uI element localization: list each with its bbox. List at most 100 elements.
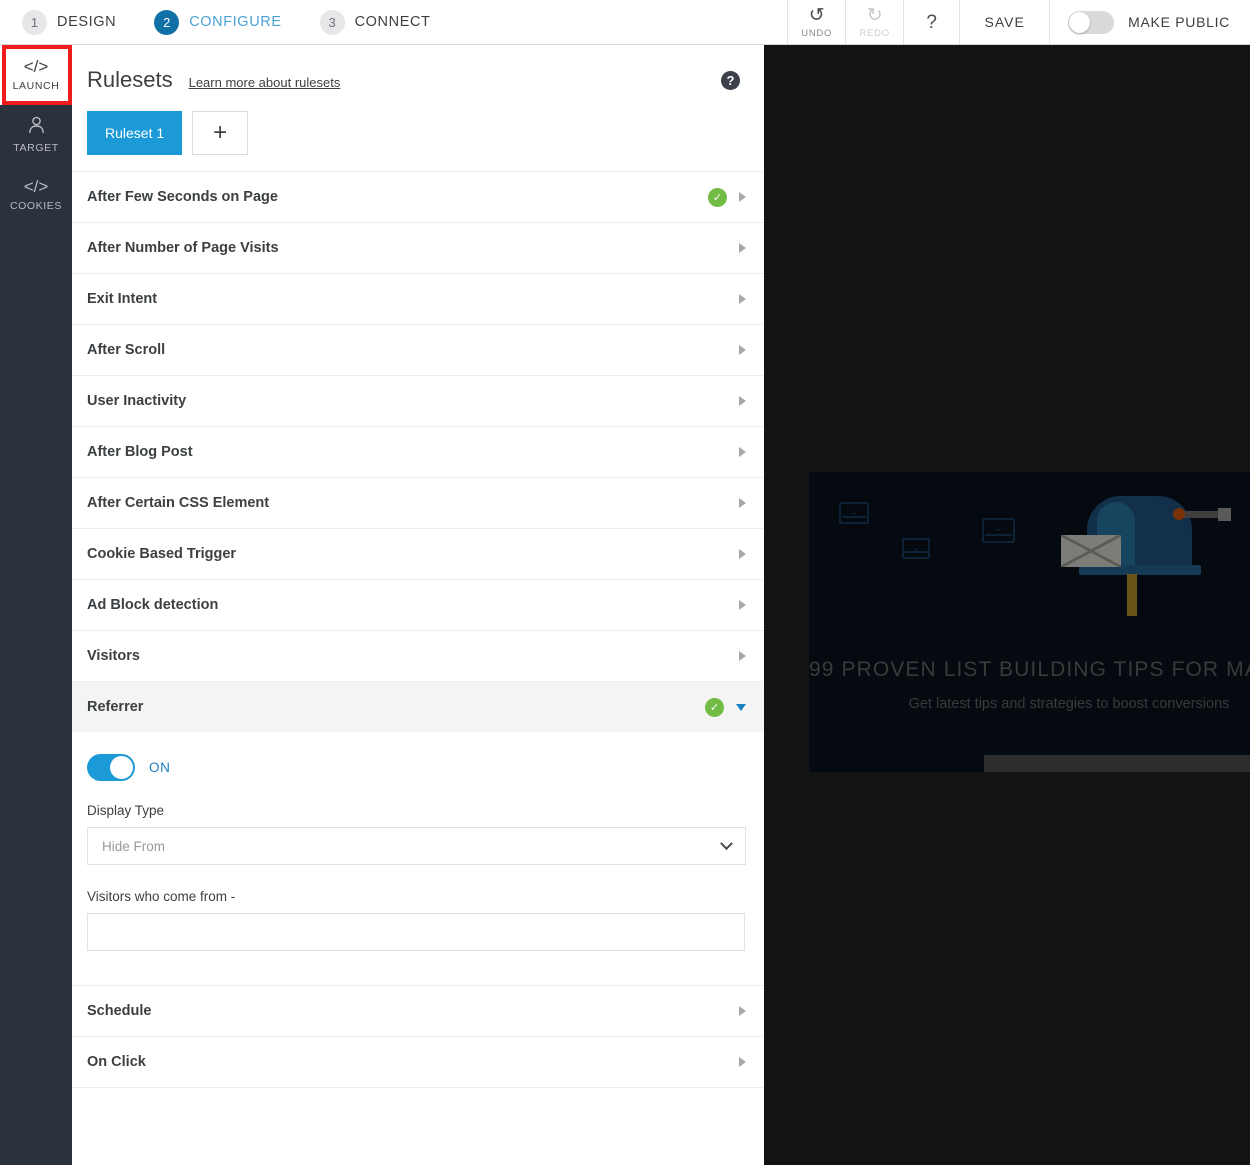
add-ruleset-button[interactable]: + [192, 111, 249, 155]
rule-status [739, 243, 746, 253]
rule-row-on-click[interactable]: On Click [72, 1036, 764, 1087]
display-type-value: Hide From [102, 838, 166, 854]
chevron-right-icon[interactable] [739, 294, 746, 304]
rule-label: After Few Seconds on Page [87, 189, 278, 205]
popup-subheadline: Get latest tips and strategies to boost … [908, 696, 1230, 712]
make-public-switch[interactable] [1068, 10, 1115, 34]
rule-row-visitors[interactable]: Visitors [72, 630, 764, 681]
referrer-toggle-row: ON [87, 754, 746, 781]
popup-preview[interactable]: 99 PROVEN LIST BUILDING TIPS FOR MARKETE… [809, 472, 1250, 772]
chevron-right-icon[interactable] [739, 1006, 746, 1016]
step-number: 3 [319, 9, 345, 35]
make-public-toggle[interactable]: MAKE PUBLIC [1049, 0, 1250, 44]
rule-row-after-few-seconds-on-page[interactable]: After Few Seconds on Page ✓ [72, 171, 764, 222]
switch-knob [1069, 11, 1091, 33]
top-toolbar: 1 DESIGN 2 CONFIGURE 3 CONNECT ↺ UNDO ↻ … [0, 0, 1250, 45]
help-button[interactable]: ? [903, 0, 959, 44]
wizard-step-connect[interactable]: 3 CONNECT [319, 9, 431, 35]
chevron-right-icon[interactable] [739, 600, 746, 610]
chevron-right-icon[interactable] [739, 498, 746, 508]
rule-status: ✓ [705, 697, 746, 717]
save-label: SAVE [984, 14, 1025, 30]
rule-label: On Click [87, 1054, 146, 1070]
chevron-right-icon[interactable] [739, 243, 746, 253]
page-title: Rulesets [87, 67, 173, 92]
rule-row-after-scroll[interactable]: After Scroll [72, 324, 764, 375]
envelope-icon [839, 502, 869, 524]
toggle-knob [110, 756, 133, 779]
chevron-right-icon[interactable] [739, 651, 746, 661]
chevron-right-icon[interactable] [739, 549, 746, 559]
envelope-icon [982, 518, 1015, 543]
chevron-down-icon [720, 836, 733, 850]
redo-button[interactable]: ↻ REDO [845, 0, 903, 44]
rule-row-user-inactivity[interactable]: User Inactivity [72, 375, 764, 426]
rule-row-referrer[interactable]: Referrer ✓ [72, 681, 764, 732]
rule-label: After Certain CSS Element [87, 495, 270, 511]
rule-status [739, 600, 746, 610]
wizard-step-configure[interactable]: 2 CONFIGURE [154, 9, 282, 35]
rule-row-ad-block-detection[interactable]: Ad Block detection [72, 579, 764, 630]
display-type-select[interactable]: Hide From [87, 827, 746, 865]
rule-row-exit-intent[interactable]: Exit Intent [72, 273, 764, 324]
preview-pane: 99 PROVEN LIST BUILDING TIPS FOR MARKETE… [764, 45, 1250, 1165]
rule-label: After Blog Post [87, 444, 193, 460]
tab-ruleset-1[interactable]: Ruleset 1 [87, 111, 183, 155]
rule-status [739, 447, 746, 457]
rule-status [739, 345, 746, 355]
learn-more-link[interactable]: Learn more about rulesets [189, 75, 341, 90]
chevron-right-icon[interactable] [739, 345, 746, 355]
rules-list: After Few Seconds on Page ✓ After Number… [72, 171, 764, 1088]
referrer-enable-toggle[interactable] [87, 754, 135, 781]
rule-label: After Number of Page Visits [87, 240, 279, 256]
save-button[interactable]: SAVE [959, 0, 1049, 44]
rule-row-after-blog-post[interactable]: After Blog Post [72, 426, 764, 477]
sidebar-item-launch[interactable]: </> LAUNCH [0, 45, 72, 105]
display-type-label: Display Type [87, 803, 165, 818]
left-rail: </> LAUNCH TARGET </> COOKIES [0, 45, 72, 1165]
rule-row-cookie-based-trigger[interactable]: Cookie Based Trigger [72, 528, 764, 579]
step-label: CONFIGURE [189, 14, 282, 30]
help-icon[interactable]: ? [721, 70, 740, 90]
sidebar-item-label: LAUNCH [12, 80, 60, 92]
rule-row-schedule[interactable]: Schedule [72, 985, 764, 1036]
make-public-label: MAKE PUBLIC [1128, 14, 1230, 30]
chevron-right-icon[interactable] [739, 1057, 746, 1067]
step-label: CONNECT [354, 14, 431, 30]
visitors-from-label: Visitors who come from - [87, 889, 236, 904]
rule-row-after-number-of-page-visits[interactable]: After Number of Page Visits [72, 222, 764, 273]
rule-status [739, 396, 746, 406]
sidebar-item-target[interactable]: TARGET [0, 105, 72, 165]
rule-status: ✓ [708, 187, 746, 207]
mailbox-flag-head [1218, 508, 1231, 521]
undo-button[interactable]: ↺ UNDO [787, 0, 845, 44]
sidebar-item-label: TARGET [13, 142, 59, 154]
app-root: 1 DESIGN 2 CONFIGURE 3 CONNECT ↺ UNDO ↻ … [0, 0, 1250, 1165]
chevron-down-icon[interactable] [736, 703, 746, 711]
mailbox-flag-knob [1173, 508, 1185, 520]
sidebar-item-label: COOKIES [9, 200, 63, 212]
wizard-steps: 1 DESIGN 2 CONFIGURE 3 CONNECT [0, 0, 787, 44]
question-mark-icon: ? [926, 11, 937, 33]
chevron-right-icon[interactable] [739, 447, 746, 457]
envelope-icon [902, 538, 930, 559]
rule-row-after-certain-css-element[interactable]: After Certain CSS Element [72, 477, 764, 528]
undo-icon: ↺ [808, 4, 825, 26]
rule-status [739, 498, 746, 508]
rule-label: Cookie Based Trigger [87, 546, 237, 562]
ruleset-tabs: Ruleset 1 + [72, 93, 764, 155]
popup-illustration [809, 472, 1250, 647]
rule-status [739, 651, 746, 661]
wizard-step-design[interactable]: 1 DESIGN [22, 9, 116, 35]
sidebar-item-cookies[interactable]: </> COOKIES [0, 165, 72, 225]
step-number: 1 [22, 9, 47, 35]
visitors-from-input[interactable] [87, 913, 745, 951]
panel-header: Rulesets Learn more about rulesets ? [72, 45, 764, 93]
rule-label: Referrer [87, 699, 144, 715]
redo-icon: ↻ [866, 4, 883, 26]
code-icon: </> [23, 57, 49, 76]
popup-signup-form [984, 755, 1250, 772]
chevron-right-icon[interactable] [739, 192, 746, 202]
popup-email-input[interactable] [984, 755, 1250, 772]
chevron-right-icon[interactable] [739, 396, 746, 406]
